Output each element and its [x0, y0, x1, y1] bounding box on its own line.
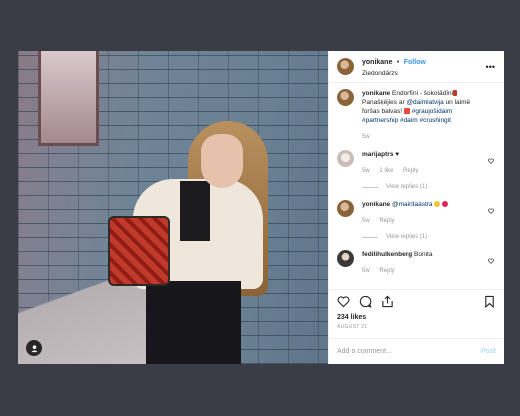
more-icon[interactable]: ••• — [486, 62, 495, 72]
comment-body: yonikane @mairitaastra 5w Reply View rep… — [362, 200, 486, 242]
follow-button[interactable]: Follow — [404, 59, 426, 66]
comment-time[interactable]: 5w — [362, 218, 370, 224]
reply-button[interactable]: Reply — [403, 168, 418, 174]
reply-button[interactable]: Reply — [379, 218, 394, 224]
hashtag-link[interactable]: #daim — [400, 117, 418, 124]
divider — [362, 187, 378, 188]
comment-item: marijaptrs ♥ 5w 1 like Reply View replie… — [337, 150, 496, 192]
building-window — [38, 51, 99, 146]
woman-face — [201, 134, 243, 188]
comment-time[interactable]: 5w — [362, 134, 370, 140]
post-side-panel: yonikane • Follow Ziedondārzs ••• yonika… — [328, 51, 504, 364]
comments-list: yonikane Endorfīni - šokolādīni Panašķēj… — [329, 83, 504, 289]
post-actions-bar — [329, 289, 504, 312]
comment-meta: 5w 1 like Reply — [362, 167, 486, 176]
red-heart-emoji-icon — [442, 201, 449, 207]
caption-text: Panašķējies ar — [362, 99, 407, 106]
caption-text: Endorfīni - šokolādīni — [392, 90, 454, 97]
heart-icon[interactable] — [337, 295, 350, 308]
comment-username[interactable]: fedilihulkenberg — [362, 251, 412, 258]
sparkle-emoji-icon — [403, 108, 410, 114]
candy-bag — [108, 216, 170, 286]
caption-comment: yonikane Endorfīni - šokolādīni Panašķēj… — [337, 89, 496, 142]
post-header: yonikane • Follow Ziedondārzs ••• — [329, 51, 504, 83]
comment-username[interactable]: yonikane — [362, 90, 390, 97]
view-replies-button[interactable]: View replies (1) — [362, 183, 486, 192]
comment-time[interactable]: 5w — [362, 168, 370, 174]
post-date[interactable]: AUGUST 21 — [329, 324, 504, 330]
comment-icon[interactable] — [359, 295, 372, 308]
comment-body: yonikane Endorfīni - šokolādīni Panašķēj… — [362, 89, 486, 142]
comment-likes[interactable]: 1 like — [379, 168, 393, 174]
comment-time[interactable]: 5w — [362, 268, 370, 274]
comment-item: fedilihulkenberg Bonita 5w Reply — [337, 250, 496, 276]
likes-count[interactable]: 234 likes — [329, 314, 504, 321]
mention-link[interactable]: @mairitaastra — [392, 201, 433, 208]
avatar[interactable] — [337, 58, 354, 75]
reply-button[interactable]: Reply — [379, 268, 394, 274]
avatar[interactable] — [337, 89, 354, 106]
view-replies-label: View replies (1) — [386, 234, 428, 240]
post-modal: yonikane • Follow Ziedondārzs ••• yonika… — [18, 51, 504, 364]
bookmark-icon[interactable] — [483, 295, 496, 308]
comment-username[interactable]: marijaptrs — [362, 151, 393, 158]
comment-text: ♥ — [395, 151, 400, 158]
chocolate-emoji-icon — [453, 90, 458, 96]
post-location[interactable]: Ziedondārzs — [362, 68, 426, 79]
avatar[interactable] — [337, 250, 354, 267]
mention-link[interactable]: @daimlatvija — [406, 99, 443, 106]
comment-username[interactable]: yonikane — [362, 201, 390, 208]
add-comment-bar: Add a comment... Post — [329, 338, 504, 364]
woman-top — [180, 181, 210, 241]
comment-body: fedilihulkenberg Bonita 5w Reply — [362, 250, 486, 276]
comment-meta: 5w — [362, 133, 486, 142]
woman-pants — [146, 281, 241, 364]
comment-text: Bonita — [414, 251, 433, 258]
post-photo[interactable] — [18, 51, 328, 364]
share-icon[interactable] — [381, 295, 394, 308]
smile-emoji-icon — [434, 201, 441, 207]
hashtag-link[interactable]: #crushingit — [419, 117, 450, 124]
post-author-meta: yonikane • Follow Ziedondārzs — [362, 59, 426, 79]
post-button[interactable]: Post — [481, 348, 496, 355]
comment-meta: 5w Reply — [362, 217, 486, 226]
hashtag-link[interactable]: #partnership — [362, 117, 398, 124]
avatar[interactable] — [337, 150, 354, 167]
avatar[interactable] — [337, 200, 354, 217]
user-tag-icon[interactable] — [26, 340, 42, 356]
heart-icon[interactable] — [488, 208, 494, 214]
comment-body: marijaptrs ♥ 5w 1 like Reply View replie… — [362, 150, 486, 192]
heart-icon[interactable] — [488, 258, 494, 264]
view-replies-label: View replies (1) — [386, 184, 428, 190]
view-replies-button[interactable]: View replies (1) — [362, 233, 486, 242]
author-username[interactable]: yonikane — [362, 59, 392, 66]
comment-meta: 5w Reply — [362, 267, 486, 276]
add-comment-input[interactable]: Add a comment... — [337, 348, 392, 355]
comment-item: yonikane @mairitaastra 5w Reply View rep… — [337, 200, 496, 242]
hashtag-link[interactable]: #graujošidaim — [412, 108, 452, 115]
heart-icon[interactable] — [488, 158, 494, 164]
divider — [362, 237, 378, 238]
